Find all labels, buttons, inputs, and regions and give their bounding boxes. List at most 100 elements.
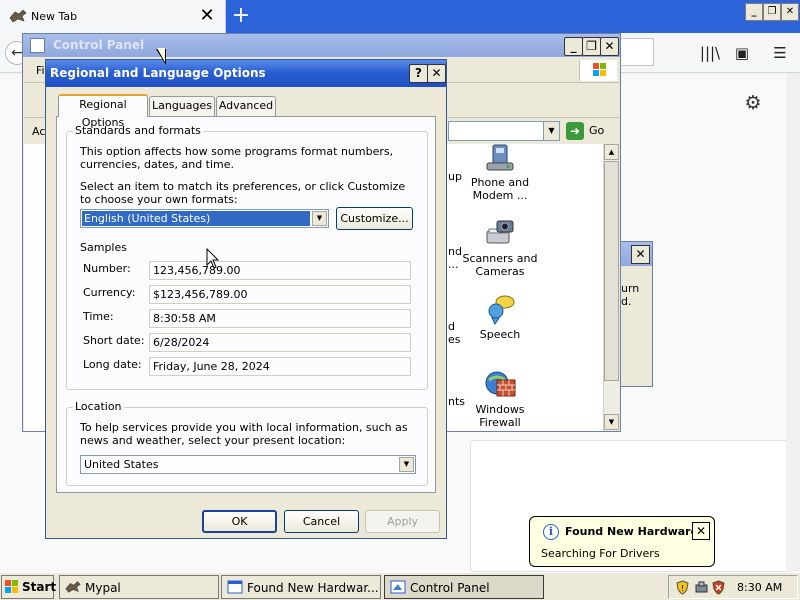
tab-regional-options[interactable]: Regional Options: [58, 94, 148, 129]
sample-long-date-label: Long date:: [83, 358, 142, 371]
security-shield-icon[interactable]: !: [675, 580, 690, 595]
settings-gear-icon[interactable]: ⚙: [743, 93, 763, 113]
dialog-close-button[interactable]: ✕: [427, 64, 446, 83]
cp-item-label: Windows Firewall: [475, 403, 525, 429]
go-arrow-icon: ➜: [566, 122, 584, 140]
cp-maximize-button[interactable]: ❐: [582, 37, 601, 56]
fnh-text-fragment: urn d.: [621, 282, 639, 308]
window-close-button[interactable]: ✕: [781, 3, 799, 21]
cp-item-speech[interactable]: Speech: [460, 293, 540, 341]
samples-heading: Samples: [80, 241, 127, 254]
scroll-down-icon[interactable]: ▼: [604, 414, 619, 430]
location-select-value: United States: [84, 458, 159, 471]
cp-item-scanners-cameras[interactable]: Scanners and Cameras: [460, 217, 540, 278]
sample-long-date-value: Friday, June 28, 2024: [149, 357, 411, 376]
scroll-thumb[interactable]: [604, 161, 619, 381]
clock[interactable]: 8:30 AM: [737, 581, 782, 594]
task-label: Control Panel: [410, 581, 490, 595]
cp-item-fragment: ...: [448, 258, 459, 271]
cp-item-label: Phone and Modem ...: [470, 176, 530, 202]
windows-logo-icon: [579, 60, 617, 81]
customize-button[interactable]: Customize...: [336, 207, 413, 230]
speech-icon: [488, 295, 515, 325]
regional-language-dialog: Regional and Language Options ? ✕ Region…: [45, 59, 447, 539]
hardware-icon[interactable]: [694, 580, 709, 595]
page-scrollbar[interactable]: [786, 74, 800, 572]
location-group-title: Location: [73, 400, 124, 413]
mouse-cursor-icon: [206, 248, 220, 269]
sidebar-icon[interactable]: ▣: [731, 43, 753, 63]
chevron-down-icon[interactable]: ▼: [399, 457, 414, 472]
url-bar[interactable]: [616, 38, 654, 66]
system-tray: ! 8:30 AM: [668, 575, 798, 599]
cp-item-label: Scanners and Cameras: [462, 252, 538, 278]
select-prompt: Select an item to match its preferences,…: [80, 180, 406, 206]
security-alert-icon[interactable]: [711, 580, 726, 595]
task-found-new-hardware[interactable]: Found New Hardwar...: [221, 575, 381, 599]
tab-title: New Tab: [31, 10, 78, 23]
cp-item-windows-firewall[interactable]: Windows Firewall: [460, 368, 540, 429]
sample-time-label: Time:: [83, 310, 114, 323]
control-panel-icon: [30, 38, 45, 53]
fnh-close-icon[interactable]: ✕: [631, 245, 650, 264]
hardware-notification-balloon[interactable]: i Found New Hardware Searching For Drive…: [529, 516, 715, 567]
location-group: Location To help services provide you wi…: [66, 400, 428, 486]
ok-button[interactable]: OK: [202, 510, 277, 533]
cp-address-label: Ac: [32, 125, 46, 138]
balloon-text: Searching For Drivers: [541, 547, 660, 560]
phone-modem-icon: [486, 144, 514, 171]
go-button[interactable]: ➜ Go: [564, 121, 616, 141]
menu-icon[interactable]: ☰: [769, 43, 791, 63]
format-select-value: English (United States): [82, 211, 310, 226]
scroll-up-icon[interactable]: ▲: [604, 144, 619, 160]
control-panel-icon: [390, 580, 406, 594]
tab-close-icon[interactable]: ✕: [199, 5, 215, 27]
taskbar: Start Mypal Found New Hardwar... Control…: [0, 572, 800, 600]
balloon-title: Found New Hardware: [565, 525, 699, 538]
standards-group: Standards and formats This option affect…: [66, 124, 428, 390]
sample-currency-label: Currency:: [83, 286, 136, 299]
sample-short-date-value: 6/28/2024: [149, 333, 411, 352]
tab-languages[interactable]: Languages: [149, 96, 215, 116]
cp-menu-file[interactable]: Fi: [36, 64, 45, 77]
standards-description: This option affects how some programs fo…: [80, 145, 394, 171]
cp-item-phone-modem[interactable]: Phone and Modem ...: [460, 141, 540, 202]
go-label: Go: [589, 124, 605, 137]
location-select[interactable]: United States ▼: [80, 455, 416, 474]
chevron-down-icon[interactable]: ▼: [543, 122, 559, 140]
cancel-button[interactable]: Cancel: [284, 510, 359, 533]
mypal-icon: [9, 9, 27, 23]
scanner-camera-icon: [486, 220, 514, 244]
cp-minimize-button[interactable]: _: [564, 37, 583, 56]
browser-tab[interactable]: New Tab ✕: [0, 0, 226, 33]
cp-address-combo[interactable]: ▼: [448, 121, 560, 141]
fnh-fragment-2: d.: [621, 295, 632, 308]
window-restore-button[interactable]: ❐: [763, 3, 781, 21]
tab-advanced[interactable]: Advanced: [216, 96, 276, 116]
chevron-down-icon[interactable]: ▼: [312, 211, 327, 226]
apply-button[interactable]: Apply: [365, 510, 440, 533]
balloon-tail-fill: [157, 48, 165, 62]
cp-item-label: Speech: [479, 328, 521, 341]
cp-item-fragment: es: [448, 333, 461, 346]
task-label: Found New Hardwar...: [247, 581, 379, 595]
help-button[interactable]: ?: [409, 64, 428, 83]
firewall-icon: [485, 371, 516, 397]
library-icon[interactable]: |||\: [699, 43, 721, 63]
format-select[interactable]: English (United States) ▼: [80, 209, 329, 228]
balloon-close-icon[interactable]: ✕: [692, 522, 710, 540]
sample-number-label: Number:: [83, 262, 131, 275]
window-icon: [227, 580, 243, 594]
task-label: Mypal: [85, 581, 121, 595]
new-tab-button[interactable]: +: [231, 3, 251, 29]
start-label: Start: [22, 580, 57, 594]
regional-options-panel: Standards and formats This option affect…: [56, 116, 436, 493]
cp-item-fragment: d: [448, 320, 455, 333]
svg-text:!: !: [681, 584, 684, 593]
window-minimize-button[interactable]: _: [745, 3, 763, 21]
task-mypal[interactable]: Mypal: [59, 575, 219, 599]
start-button[interactable]: Start: [1, 575, 57, 599]
cp-close-button[interactable]: ✕: [600, 37, 619, 56]
task-control-panel[interactable]: Control Panel: [384, 575, 544, 599]
cp-scrollbar[interactable]: ▲ ▼: [603, 144, 619, 431]
